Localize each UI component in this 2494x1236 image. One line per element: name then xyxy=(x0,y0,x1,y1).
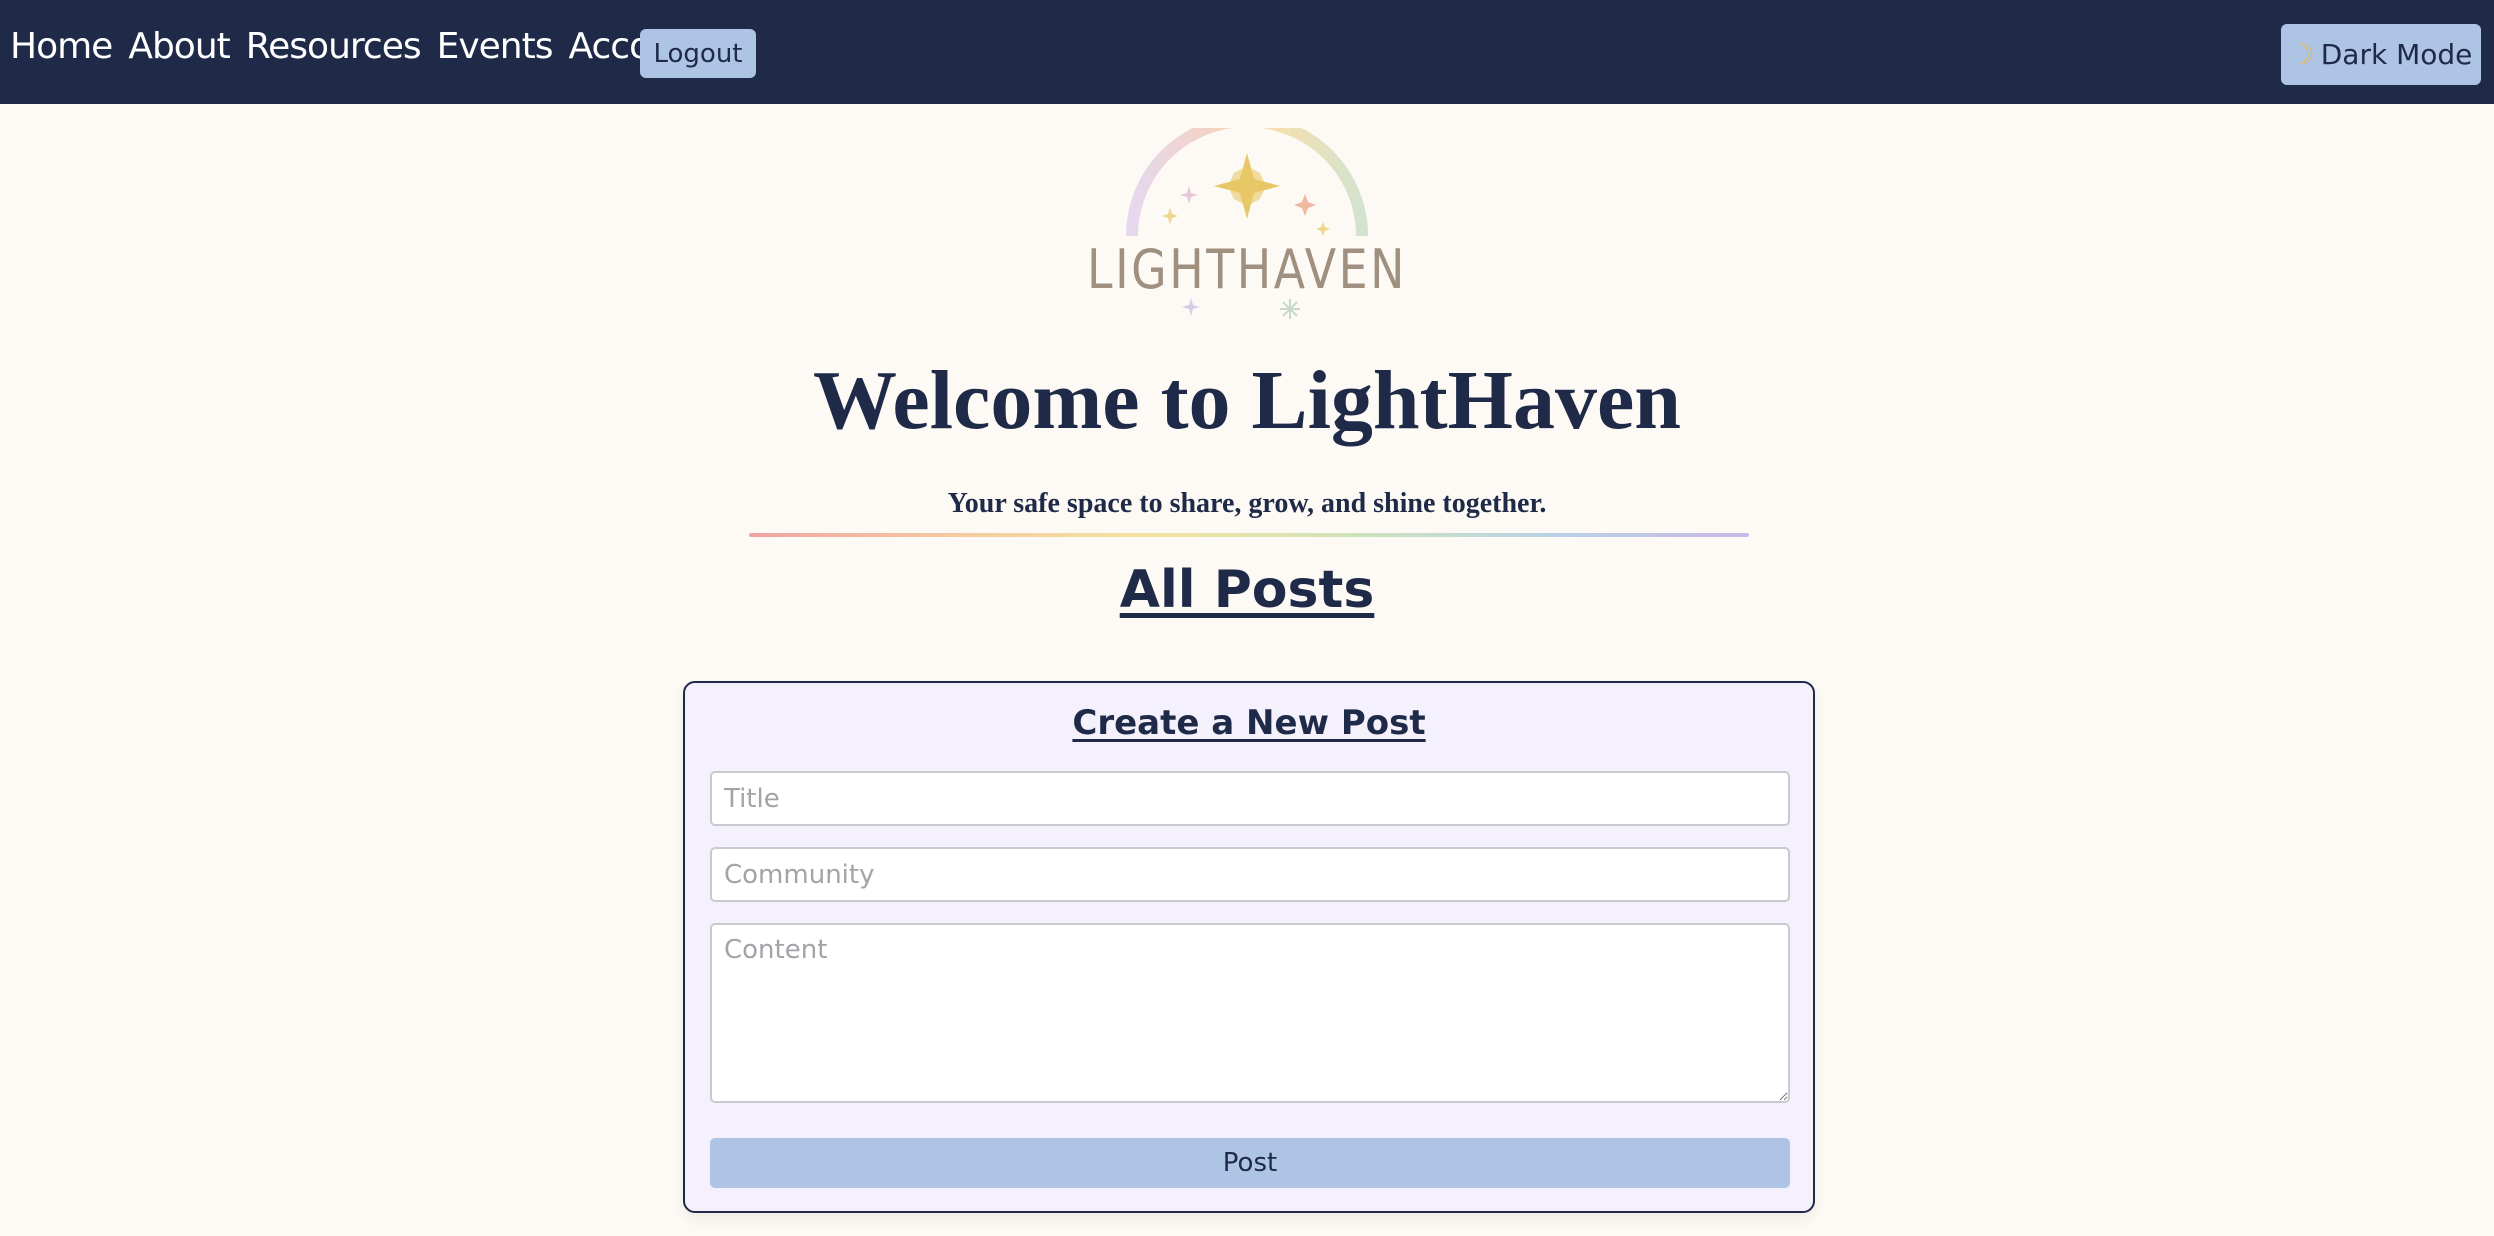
create-post-card: Create a New Post Post xyxy=(683,681,1815,1213)
content-textarea[interactable] xyxy=(710,923,1790,1103)
dark-mode-label: Dark Mode xyxy=(2320,38,2473,71)
nav-links: Home About Resources Events Account xyxy=(10,26,723,67)
all-posts-heading: All Posts xyxy=(1119,560,1375,620)
community-input[interactable] xyxy=(710,847,1790,902)
create-post-heading: Create a New Post xyxy=(1072,703,1426,743)
rainbow-divider xyxy=(749,533,1749,537)
moon-icon: ☽ xyxy=(2289,38,2315,71)
hero-subtitle: Your safe space to share, grow, and shin… xyxy=(947,488,1547,519)
dark-mode-toggle-button[interactable]: ☽ Dark Mode xyxy=(2281,24,2481,85)
logo-wordmark: LIGHTHAVEN xyxy=(1087,238,1407,301)
nav-link-about[interactable]: About xyxy=(128,26,230,67)
lighthaven-logo: LIGHTHAVEN xyxy=(1087,128,1407,319)
nav-link-home[interactable]: Home xyxy=(10,26,113,67)
nav-link-resources[interactable]: Resources xyxy=(246,26,422,67)
hero-title: Welcome to LightHaven xyxy=(813,354,1681,447)
post-submit-button[interactable]: Post xyxy=(710,1138,1790,1188)
nav-link-events[interactable]: Events xyxy=(437,26,554,67)
title-input[interactable] xyxy=(710,771,1790,826)
logout-button[interactable]: Logout xyxy=(640,29,756,78)
top-navbar: Home About Resources Events Account Logo… xyxy=(0,0,2494,104)
